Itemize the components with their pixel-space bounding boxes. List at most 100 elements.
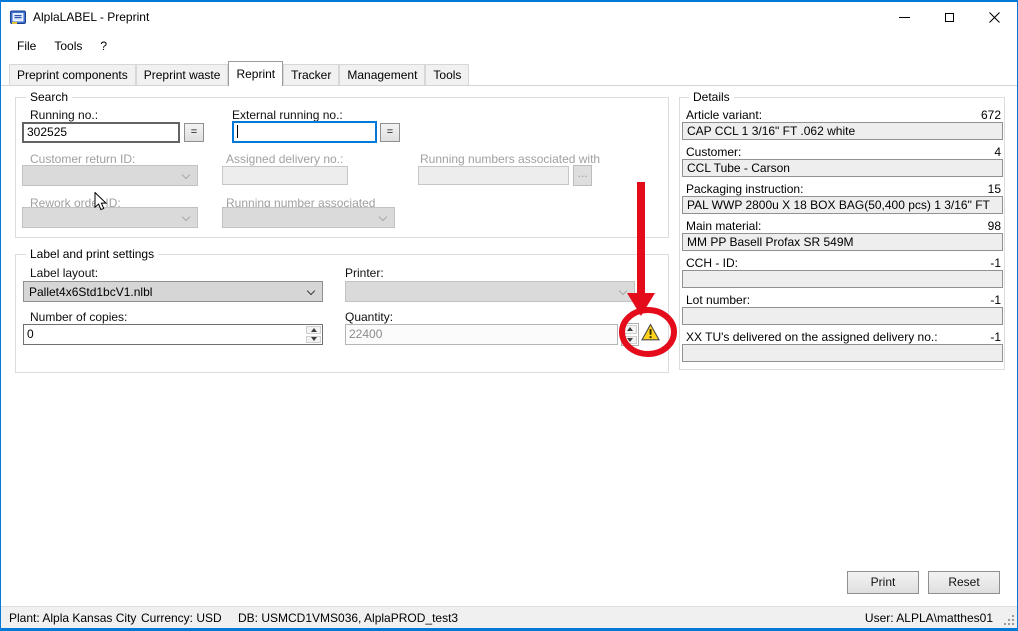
menu-bar: File Tools ? xyxy=(1,32,1017,59)
running-numbers-associated-with-input xyxy=(418,166,569,185)
external-running-no-input[interactable] xyxy=(232,121,377,143)
running-number-associated-combo xyxy=(222,207,395,228)
text-caret xyxy=(237,125,238,138)
menu-tools[interactable]: Tools xyxy=(45,35,91,57)
resize-grip-icon[interactable] xyxy=(1003,614,1015,626)
external-running-no-equals-button[interactable]: = xyxy=(380,123,400,142)
detail-id: -1 xyxy=(990,293,1001,306)
assigned-delivery-no-label: Assigned delivery no.: xyxy=(226,152,343,166)
spinner-up-button[interactable] xyxy=(623,325,637,334)
external-running-no-label: External running no.: xyxy=(232,108,343,122)
details-row-cch-id: CCH - ID: -1 xyxy=(682,256,1003,288)
search-group-title: Search xyxy=(26,90,72,104)
tab-tools[interactable]: Tools xyxy=(425,64,469,85)
status-user: User: ALPLA\matthes01 xyxy=(865,611,993,625)
number-of-copies-input[interactable]: 0 xyxy=(23,324,323,345)
details-row-main-material: Main material: 98 MM PP Basell Profax SR … xyxy=(682,219,1003,251)
close-button[interactable] xyxy=(972,2,1017,32)
running-numbers-associated-with-label: Running numbers associated with xyxy=(420,152,600,166)
detail-id: -1 xyxy=(990,330,1001,343)
menu-help[interactable]: ? xyxy=(91,35,116,57)
quantity-input: 22400 xyxy=(345,324,618,345)
running-no-label: Running no.: xyxy=(30,108,98,122)
tab-preprint-waste[interactable]: Preprint waste xyxy=(136,64,229,85)
status-plant: Plant: Alpla Kansas City xyxy=(9,611,136,625)
detail-id: 4 xyxy=(994,145,1001,158)
tab-reprint[interactable]: Reprint xyxy=(228,61,283,86)
tab-preprint-components[interactable]: Preprint components xyxy=(9,64,136,85)
detail-label: Lot number: xyxy=(686,293,750,306)
spinner-up-icon xyxy=(311,328,317,332)
app-icon xyxy=(10,10,26,25)
close-icon xyxy=(989,12,1000,23)
detail-value-field xyxy=(682,344,1003,362)
detail-label: Article variant: xyxy=(686,108,762,121)
browse-button: ... xyxy=(573,165,592,186)
spinner-up-button[interactable] xyxy=(306,326,321,334)
detail-value-field: CCL Tube - Carson xyxy=(682,159,1003,177)
window-title: AlplaLABEL - Preprint xyxy=(33,10,149,24)
running-no-input[interactable]: 302525 xyxy=(22,122,180,143)
running-no-equals-button[interactable]: = xyxy=(184,123,204,142)
printer-combo xyxy=(345,281,635,302)
detail-label: CCH - ID: xyxy=(686,256,738,269)
label-print-group-title: Label and print settings xyxy=(26,247,158,261)
details-rows: Article variant: 672 CAP CCL 1 3/16" FT .… xyxy=(679,108,1005,367)
detail-value-field: CAP CCL 1 3/16" FT .062 white xyxy=(682,122,1003,140)
status-db: DB: USMCD1VMS036, AlplaPROD_test3 xyxy=(238,611,458,625)
status-bar: Plant: Alpla Kansas City Currency: USD D… xyxy=(1,606,1017,628)
quantity-spinner[interactable] xyxy=(621,323,639,346)
print-button[interactable]: Print xyxy=(847,571,919,594)
spinner-down-button[interactable] xyxy=(623,336,637,345)
customer-return-id-combo xyxy=(22,165,198,186)
quantity-label: Quantity: xyxy=(345,310,393,324)
chevron-down-icon xyxy=(182,213,190,221)
minimize-icon xyxy=(899,17,910,18)
detail-label: Main material: xyxy=(686,219,761,232)
number-of-copies-spinner[interactable] xyxy=(305,325,322,344)
spinner-down-icon xyxy=(311,337,317,341)
assigned-delivery-no-input xyxy=(222,166,348,185)
tab-management[interactable]: Management xyxy=(339,64,425,85)
detail-id: -1 xyxy=(990,256,1001,269)
chevron-down-icon xyxy=(307,287,315,295)
details-row-customer: Customer: 4 CCL Tube - Carson xyxy=(682,145,1003,177)
title-bar: AlplaLABEL - Preprint xyxy=(1,2,1017,32)
label-layout-label: Label layout: xyxy=(30,266,98,280)
detail-id: 15 xyxy=(988,182,1001,195)
detail-value-field xyxy=(682,307,1003,325)
maximize-button[interactable] xyxy=(927,2,972,32)
detail-id: 98 xyxy=(988,219,1001,232)
chevron-down-icon xyxy=(379,213,387,221)
details-row-tus-delivered: XX TU's delivered on the assigned delive… xyxy=(682,330,1003,362)
printer-label: Printer: xyxy=(345,266,384,280)
detail-value-field: MM PP Basell Profax SR 549M xyxy=(682,233,1003,251)
details-row-packaging-instruction: Packaging instruction: 15 PAL WWP 2800u X… xyxy=(682,182,1003,214)
minimize-button[interactable] xyxy=(882,2,927,32)
spinner-down-button[interactable] xyxy=(306,336,321,344)
detail-value-field: PAL WWP 2800u X 18 BOX BAG(50,400 pcs) 1… xyxy=(682,196,1003,214)
detail-id: 672 xyxy=(981,108,1001,121)
maximize-icon xyxy=(945,13,954,22)
chevron-down-icon xyxy=(182,171,190,179)
chevron-down-icon xyxy=(619,287,627,295)
detail-label: Customer: xyxy=(686,145,741,158)
spinner-up-icon xyxy=(627,327,633,331)
detail-label: XX TU's delivered on the assigned delive… xyxy=(686,330,938,343)
label-layout-combo[interactable]: Pallet4x6Std1bcV1.nlbl xyxy=(23,281,323,302)
details-row-lot-number: Lot number: -1 xyxy=(682,293,1003,325)
number-of-copies-label: Number of copies: xyxy=(30,310,127,324)
detail-value-field xyxy=(682,270,1003,288)
app-window: AlplaLABEL - Preprint File Tools ? Prepr… xyxy=(0,0,1018,631)
rework-order-id-combo xyxy=(22,207,198,228)
customer-return-id-label: Customer return ID: xyxy=(30,152,135,166)
tab-tracker[interactable]: Tracker xyxy=(283,64,339,85)
tab-strip: Preprint components Preprint waste Repri… xyxy=(9,61,469,86)
status-currency: Currency: USD xyxy=(141,611,222,625)
details-row-article-variant: Article variant: 672 CAP CCL 1 3/16" FT .… xyxy=(682,108,1003,140)
detail-label: Packaging instruction: xyxy=(686,182,803,195)
details-group-title: Details xyxy=(689,90,734,104)
reset-button[interactable]: Reset xyxy=(928,571,1000,594)
spinner-down-icon xyxy=(627,338,633,342)
menu-file[interactable]: File xyxy=(8,35,45,57)
